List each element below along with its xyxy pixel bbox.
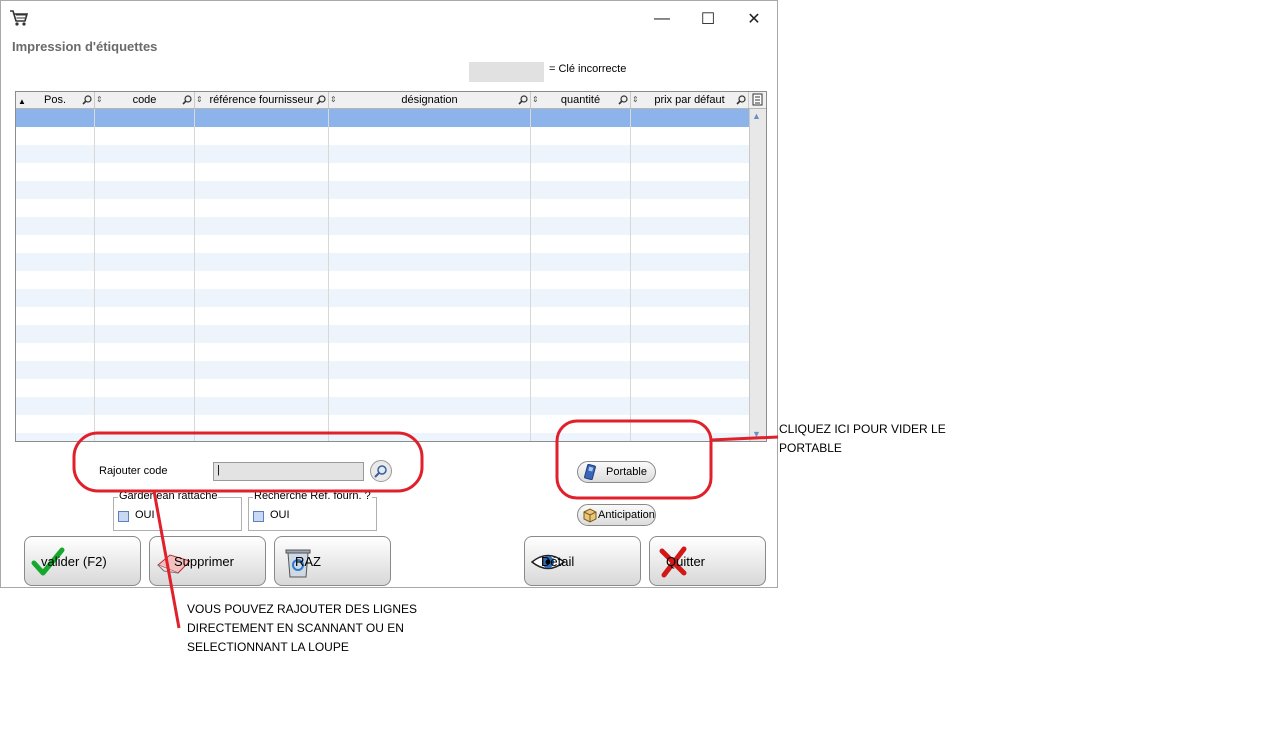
resize-icon: ⇕ <box>532 95 539 104</box>
recherche-ref-checkbox-label: OUI <box>270 509 290 521</box>
table-row[interactable] <box>16 433 749 441</box>
table-row[interactable] <box>16 325 749 343</box>
garder-ean-checkbox[interactable] <box>118 511 129 522</box>
anticipation-button[interactable]: Anticipation <box>577 504 656 526</box>
annotation-add-lines-line3: SELECTIONNANT LA LOUPE <box>187 640 349 654</box>
maximize-button[interactable]: ☐ <box>685 5 731 33</box>
table-row[interactable] <box>16 181 749 199</box>
legend-text: = Clé incorrecte <box>549 63 627 75</box>
table-row[interactable] <box>16 127 749 145</box>
table-row[interactable] <box>16 379 749 397</box>
annotation-add-lines-line2: DIRECTEMENT EN SCANNANT OU EN <box>187 621 404 635</box>
column-label: Pos. <box>43 94 66 106</box>
column-divider <box>194 109 195 441</box>
raz-button[interactable]: RAZ <box>274 536 391 586</box>
garder-ean-checkbox-label: OUI <box>135 509 155 521</box>
anticipation-label: Anticipation <box>598 509 655 521</box>
column-label: référence fournisseur <box>209 94 314 106</box>
table-row[interactable] <box>16 307 749 325</box>
column-label: prix par défaut <box>654 94 725 106</box>
table-row[interactable] <box>16 343 749 361</box>
add-code-input[interactable]: | <box>213 462 364 481</box>
column-divider <box>328 109 329 441</box>
quitter-label: Quitter <box>666 554 706 569</box>
minimize-button[interactable]: — <box>639 5 685 33</box>
search-icon[interactable] <box>618 95 628 105</box>
table-row[interactable] <box>16 271 749 289</box>
phone-icon <box>584 464 596 480</box>
column-chooser-icon[interactable] <box>752 93 764 106</box>
annotation-portable-line1: CLIQUEZ ICI POUR VIDER LE <box>779 422 946 436</box>
table-row[interactable] <box>16 217 749 235</box>
resize-icon: ⇕ <box>96 95 103 104</box>
column-label: désignation <box>401 94 458 106</box>
add-code-label: Rajouter code <box>99 465 168 477</box>
grid-header: ▲ Pos. ⇕ code ⇕ référence fournisseur ⇕ … <box>16 92 766 109</box>
search-icon[interactable] <box>316 95 326 105</box>
resize-icon: ⇕ <box>196 95 203 104</box>
valider-button[interactable]: valider (F2) <box>24 536 141 586</box>
table-row[interactable] <box>16 253 749 271</box>
recherche-ref-group: Recherche Réf. fourn. ? OUI <box>248 490 377 531</box>
magnifier-icon <box>374 465 387 478</box>
supprimer-label: Supprimer <box>174 554 234 569</box>
loupe-button[interactable] <box>370 460 392 482</box>
column-header-pos[interactable]: ▲ Pos. <box>16 92 95 108</box>
quitter-button[interactable]: Quitter <box>649 536 766 586</box>
column-label: code <box>132 94 157 106</box>
table-row[interactable] <box>16 361 749 379</box>
valider-label: valider (F2) <box>41 554 107 569</box>
table-row[interactable] <box>16 235 749 253</box>
annotation-add-lines: VOUS POUVEZ RAJOUTER DES LIGNES DIRECTEM… <box>187 600 417 657</box>
column-header-prix[interactable]: ⇕ prix par défaut <box>631 92 749 108</box>
close-button[interactable]: ✕ <box>731 5 777 33</box>
column-divider <box>530 109 531 441</box>
grid-body[interactable] <box>16 109 749 441</box>
legend-swatch <box>469 62 544 82</box>
resize-icon: ⇕ <box>330 95 337 104</box>
search-icon[interactable] <box>518 95 528 105</box>
garder-ean-group: Garder ean rattaché OUI <box>113 490 242 531</box>
vertical-scrollbar[interactable]: ▲ ▼ <box>749 109 766 441</box>
annotation-portable: CLIQUEZ ICI POUR VIDER LE PORTABLE <box>779 420 946 458</box>
search-icon[interactable] <box>82 95 92 105</box>
portable-button[interactable]: Portable <box>577 461 656 483</box>
detail-label: Détail <box>541 554 575 569</box>
column-header-quantite[interactable]: ⇕ quantité <box>531 92 631 108</box>
column-divider <box>630 109 631 441</box>
garder-ean-title: Garder ean rattaché <box>118 490 219 502</box>
scroll-up-icon[interactable]: ▲ <box>752 111 761 121</box>
table-row[interactable] <box>16 163 749 181</box>
main-window: — ☐ ✕ Impression d'étiquettes = Clé inco… <box>0 0 778 588</box>
cart-icon <box>10 10 29 26</box>
resize-icon: ⇕ <box>632 95 639 104</box>
search-icon[interactable] <box>182 95 192 105</box>
column-header-code[interactable]: ⇕ code <box>95 92 195 108</box>
table-row[interactable] <box>16 199 749 217</box>
supprimer-button[interactable]: Supprimer <box>149 536 266 586</box>
scroll-down-icon[interactable]: ▼ <box>752 429 761 439</box>
portable-label: Portable <box>606 466 647 478</box>
recherche-ref-checkbox[interactable] <box>253 511 264 522</box>
column-label: quantité <box>560 94 601 106</box>
table-row-selected[interactable] <box>16 109 749 127</box>
column-divider <box>94 109 95 441</box>
labels-grid[interactable]: ▲ Pos. ⇕ code ⇕ référence fournisseur ⇕ … <box>15 91 767 442</box>
table-row[interactable] <box>16 415 749 433</box>
column-header-designation[interactable]: ⇕ désignation <box>329 92 531 108</box>
recherche-ref-title: Recherche Réf. fourn. ? <box>253 490 372 502</box>
sort-asc-icon: ▲ <box>18 97 26 106</box>
annotation-portable-line2: PORTABLE <box>779 441 842 455</box>
annotation-add-lines-line1: VOUS POUVEZ RAJOUTER DES LIGNES <box>187 602 418 616</box>
table-row[interactable] <box>16 289 749 307</box>
detail-button[interactable]: Détail <box>524 536 641 586</box>
column-header-reference[interactable]: ⇕ référence fournisseur <box>195 92 329 108</box>
page-title: Impression d'étiquettes <box>12 39 158 54</box>
search-icon[interactable] <box>736 95 746 105</box>
box-icon <box>583 508 597 523</box>
raz-label: RAZ <box>295 554 321 569</box>
table-row[interactable] <box>16 145 749 163</box>
table-row[interactable] <box>16 397 749 415</box>
